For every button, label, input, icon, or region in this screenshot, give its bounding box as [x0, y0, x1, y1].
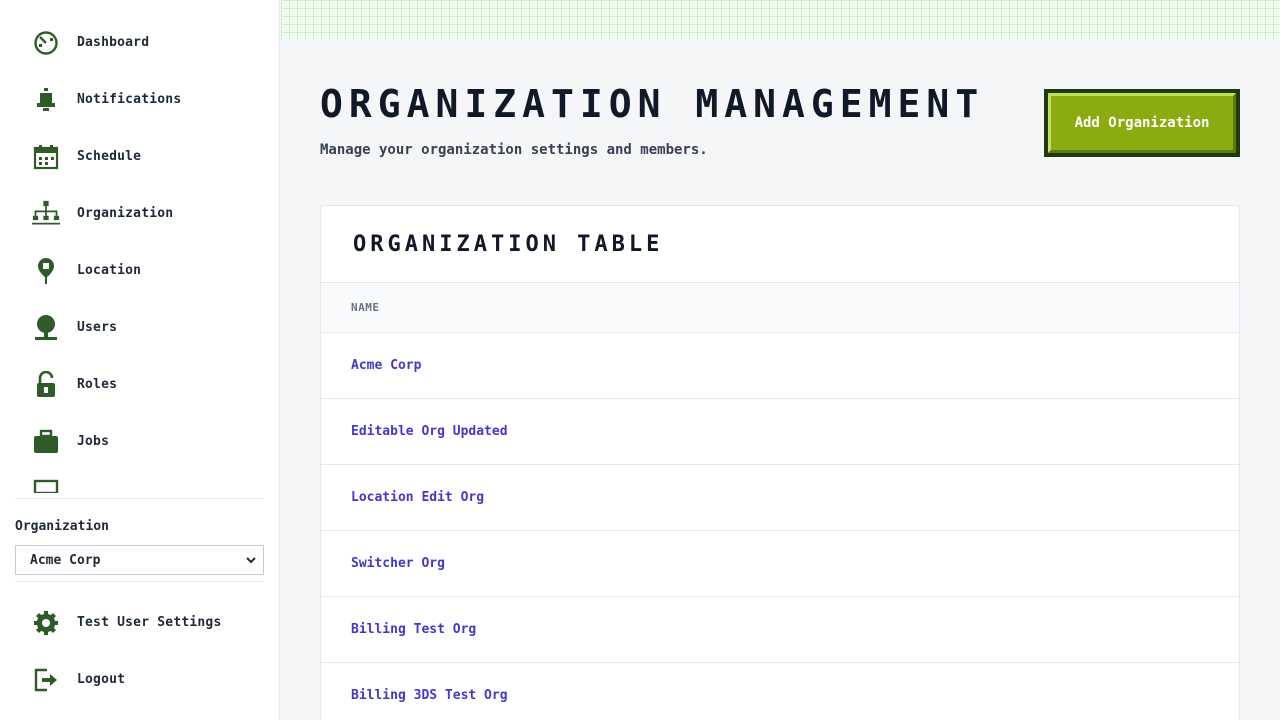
- sidebar-item-jobs[interactable]: Jobs: [0, 413, 280, 470]
- sidebar-item-label: Users: [77, 320, 118, 335]
- header-grid-strip: [281, 0, 1280, 40]
- org-link[interactable]: Billing Test Org: [351, 622, 476, 637]
- add-organization-label: Add Organization: [1074, 115, 1210, 131]
- logout-icon: [32, 666, 60, 694]
- user-icon: [32, 314, 60, 342]
- org-switcher-label: Organization: [15, 519, 109, 534]
- table-row: Billing 3DS Test Org: [321, 663, 1239, 720]
- page-title: ORGANIZATION MANAGEMENT: [320, 82, 985, 126]
- sidebar-item-label: Test User Settings: [77, 615, 222, 630]
- sidebar-item-users[interactable]: Users: [0, 299, 280, 356]
- sidebar-item-location[interactable]: Location: [0, 242, 280, 299]
- sidebar-item-roles[interactable]: Roles: [0, 356, 280, 413]
- sidebar-item-schedule[interactable]: Schedule: [0, 128, 280, 185]
- sidebar-item-label: Roles: [77, 377, 118, 392]
- sidebar-divider: [15, 581, 264, 582]
- briefcase-icon: [32, 428, 60, 456]
- sidebar-item-label: Jobs: [77, 434, 110, 449]
- org-link[interactable]: Switcher Org: [351, 556, 445, 571]
- gear-icon: [32, 609, 60, 637]
- sidebar-item-logout[interactable]: Logout: [0, 651, 280, 708]
- table-row: Switcher Org: [321, 531, 1239, 597]
- sidebar-item-label: Logout: [77, 672, 126, 687]
- dashboard-icon: [32, 29, 60, 57]
- sidebar-item-organization[interactable]: Organization: [0, 185, 280, 242]
- sidebar-item-label: Location: [77, 263, 142, 278]
- table-row: Billing Test Org: [321, 597, 1239, 663]
- org-switcher-select[interactable]: Acme Corp: [15, 545, 264, 575]
- unlock-icon: [32, 370, 60, 399]
- column-header-name[interactable]: NAME: [351, 301, 380, 314]
- sidebar-nav: Dashboard Notifications Schedule Organiz…: [0, 14, 280, 494]
- bell-icon: [32, 86, 60, 114]
- add-organization-button[interactable]: Add Organization: [1044, 89, 1240, 157]
- sidebar-item-dashboard[interactable]: Dashboard: [0, 14, 280, 71]
- table-row: Editable Org Updated: [321, 399, 1239, 465]
- location-pin-icon: [32, 257, 60, 285]
- chevron-down-icon: [245, 554, 257, 570]
- sidebar-item-label: Dashboard: [77, 35, 150, 50]
- table-row: Acme Corp: [321, 333, 1239, 399]
- sidebar-item-notifications[interactable]: Notifications: [0, 71, 280, 128]
- org-link[interactable]: Billing 3DS Test Org: [351, 688, 508, 703]
- sidebar-item-settings[interactable]: Test User Settings: [0, 594, 280, 651]
- org-link[interactable]: Acme Corp: [351, 358, 421, 373]
- page-subtitle: Manage your organization settings and me…: [320, 142, 708, 158]
- table-body: Acme Corp Editable Org Updated Location …: [321, 333, 1239, 720]
- org-link[interactable]: Editable Org Updated: [351, 424, 508, 439]
- table-title: ORGANIZATION TABLE: [353, 232, 664, 257]
- sidebar-item-label: Notifications: [77, 92, 182, 107]
- sidebar-divider: [15, 498, 264, 499]
- org-link[interactable]: Location Edit Org: [351, 490, 484, 505]
- sidebar-item-more[interactable]: [0, 470, 280, 493]
- calendar-icon: [32, 143, 60, 171]
- sidebar: Dashboard Notifications Schedule Organiz…: [0, 0, 280, 720]
- table-header: NAME: [321, 282, 1239, 333]
- sidebar-partial-icon: [32, 466, 60, 494]
- org-chart-icon: [32, 200, 60, 228]
- org-switcher-value: Acme Corp: [30, 552, 101, 568]
- sidebar-item-label: Schedule: [77, 149, 142, 164]
- sidebar-item-label: Organization: [77, 206, 174, 221]
- organization-table-card: ORGANIZATION TABLE NAME Acme Corp Editab…: [320, 205, 1240, 720]
- table-row: Location Edit Org: [321, 465, 1239, 531]
